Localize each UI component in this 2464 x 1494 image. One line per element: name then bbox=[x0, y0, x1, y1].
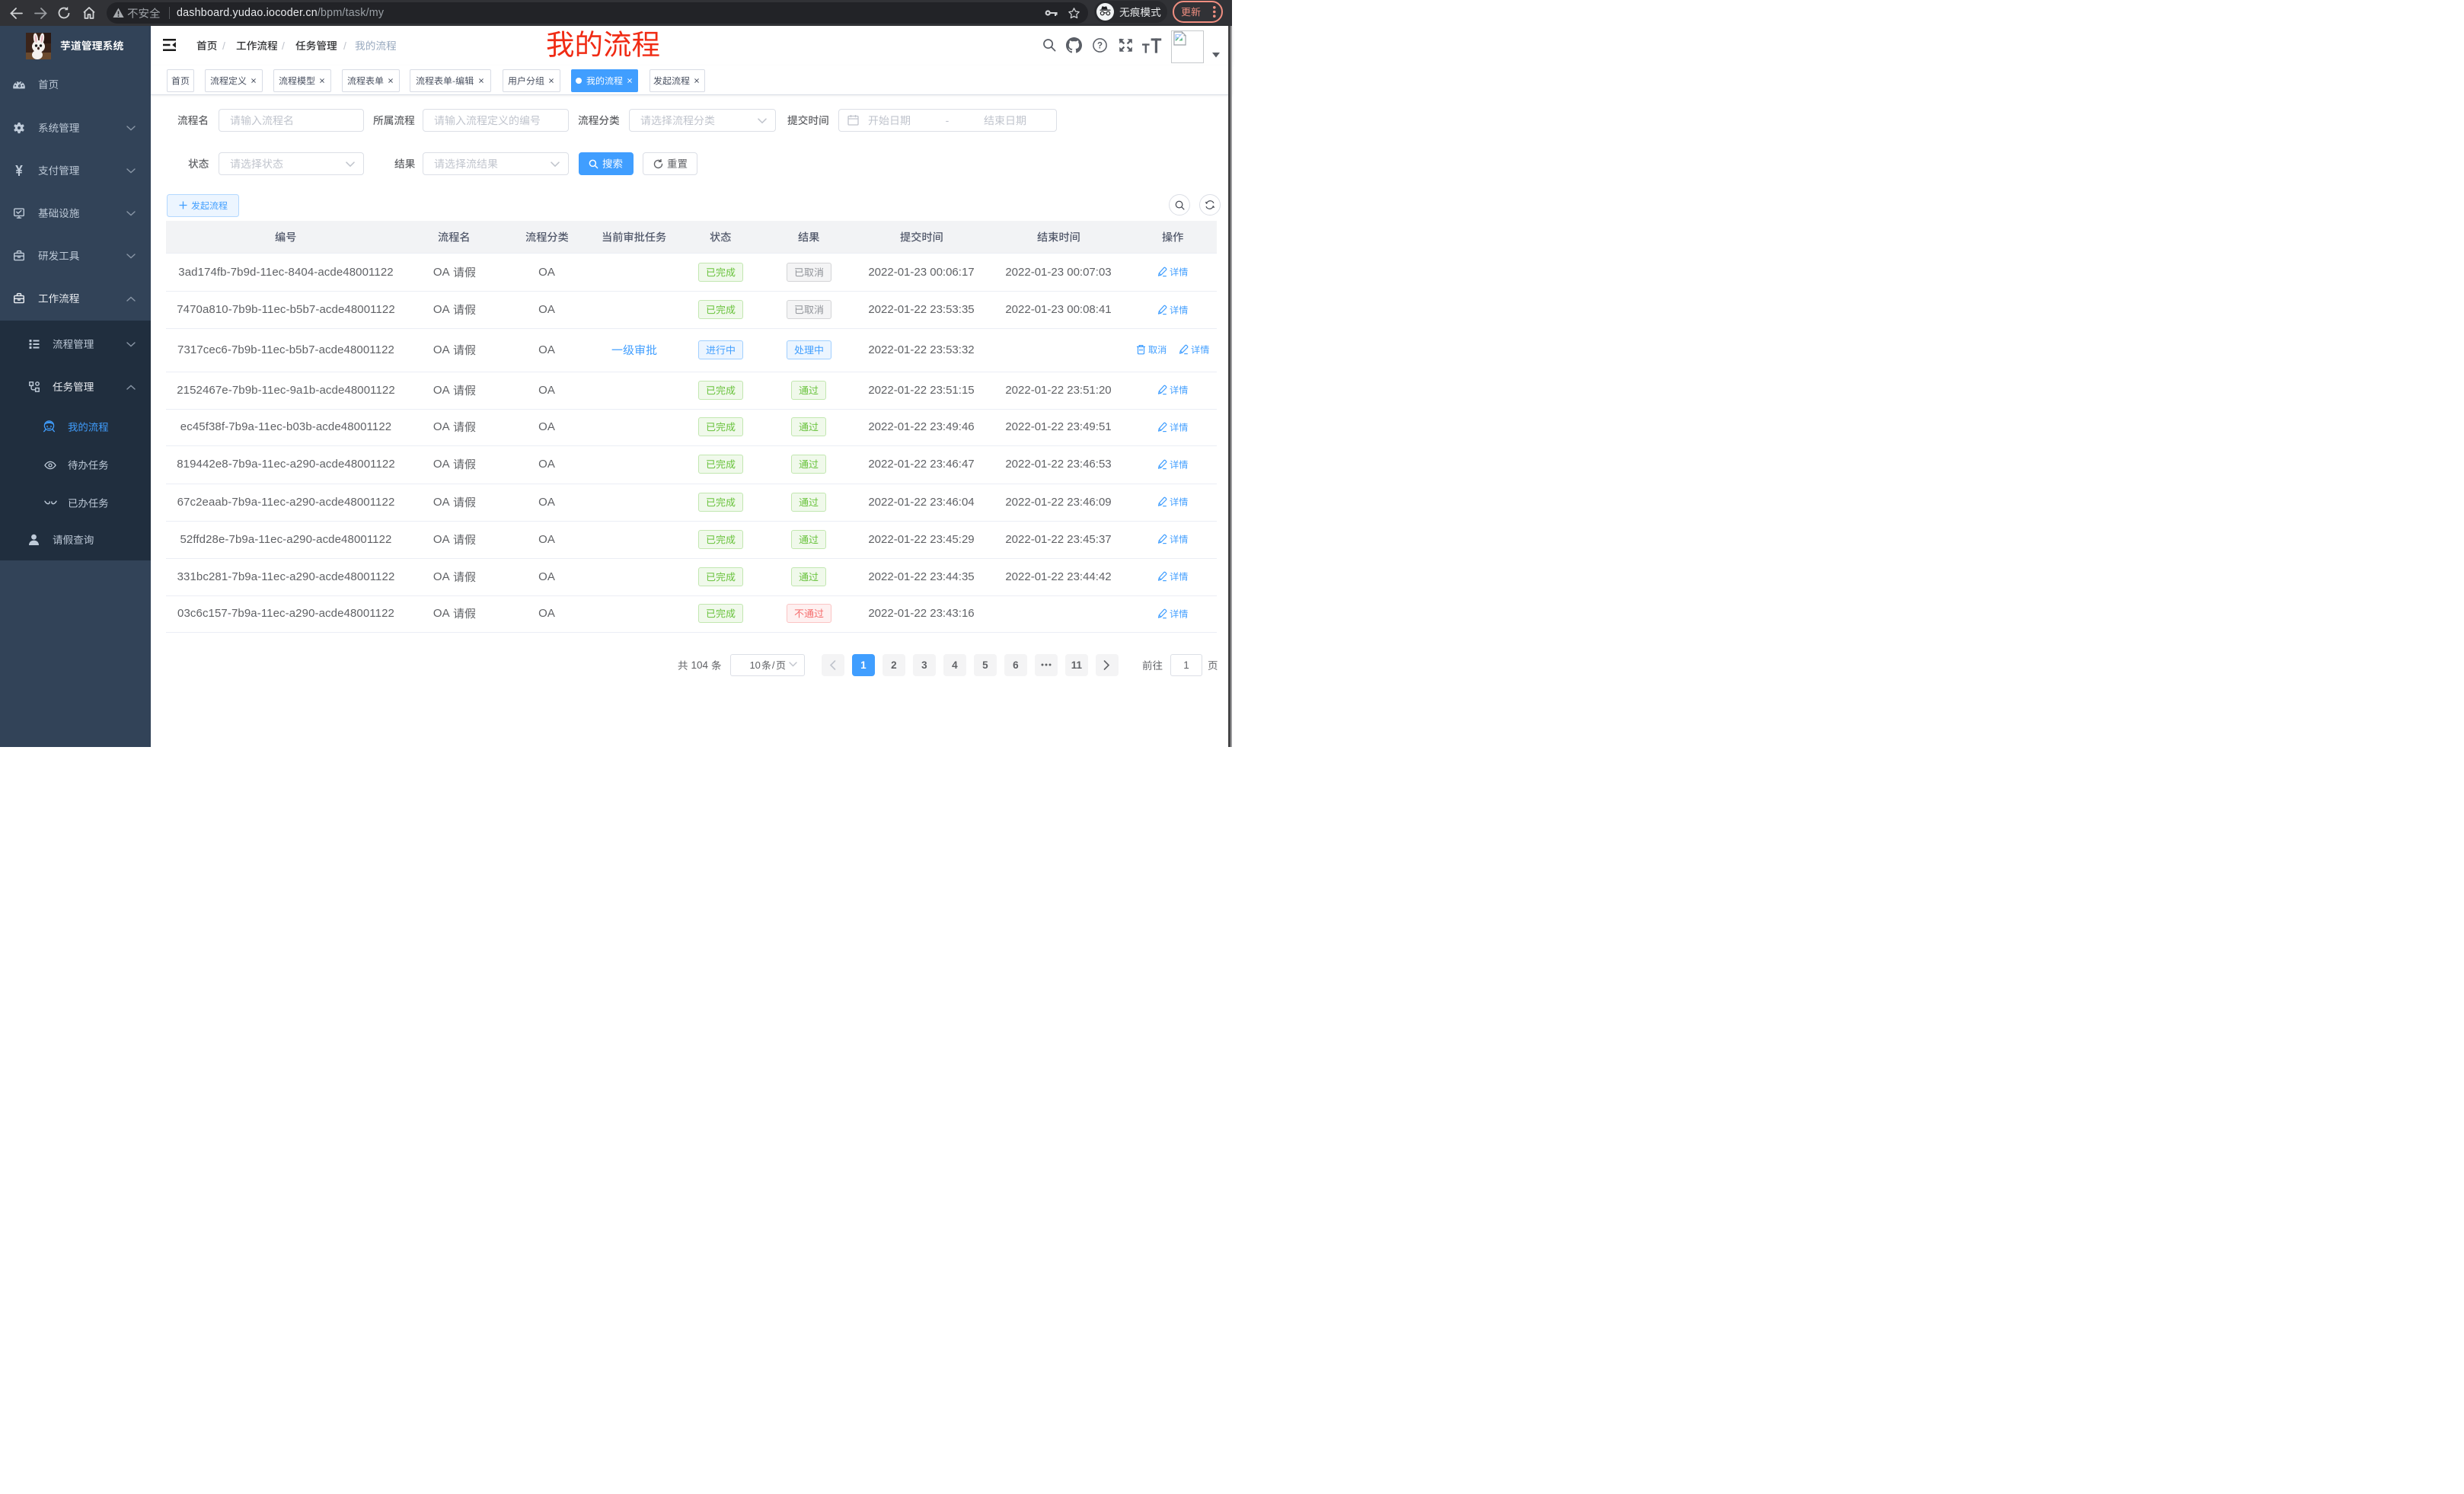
svg-text:?: ? bbox=[1097, 41, 1103, 50]
